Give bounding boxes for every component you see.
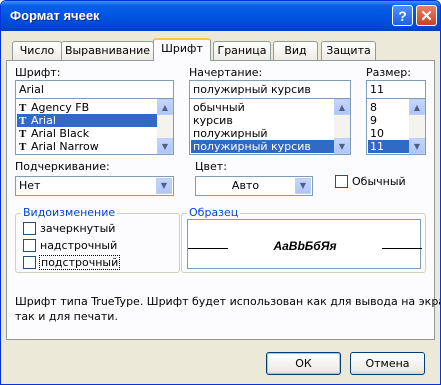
style-label: Начертание: (189, 66, 263, 79)
size-input[interactable]: 11 (366, 80, 426, 99)
close-icon: ✕ (420, 7, 433, 25)
underline-value: Нет (19, 179, 41, 192)
subscript-checkbox[interactable] (23, 256, 36, 269)
tab-label: Шрифт (161, 42, 203, 55)
tab-label: Выравнивание (64, 44, 151, 57)
list-item[interactable]: T Arial Narrow (17, 140, 157, 153)
strikethrough-label: зачеркнутый (40, 222, 116, 235)
help-icon: ? (398, 7, 407, 24)
title-bar: Формат ячеек ? ✕ (1, 1, 440, 31)
list-item[interactable]: 8 (368, 101, 409, 114)
tab-font[interactable]: Шрифт (153, 38, 211, 61)
tab-protection[interactable]: Защита (321, 41, 376, 60)
color-label: Цвет: (195, 160, 227, 173)
font-input[interactable]: Arial (15, 80, 174, 99)
tab-panel: Шрифт: Arial T Agency FB T Arial T Arial Bl… (6, 60, 440, 340)
style-list-scrollbar[interactable]: ▲ ▼ (334, 99, 350, 154)
scroll-down-icon[interactable]: ▼ (409, 138, 425, 154)
list-item-selected[interactable]: T Arial (17, 114, 157, 127)
preview-group-title: Образец (187, 206, 241, 219)
scroll-up-icon[interactable]: ▲ (334, 99, 350, 115)
preview-box: AaBbБбЯя (187, 219, 422, 269)
close-button[interactable]: ✕ (416, 5, 437, 26)
effects-group-title: Видоизменение (21, 206, 118, 219)
chevron-down-icon[interactable]: ▼ (295, 178, 311, 194)
tab-label: Вид (284, 44, 307, 57)
list-item-selected[interactable]: 11 (368, 140, 409, 153)
superscript-label: надстрочный (40, 239, 118, 252)
list-item[interactable]: полужирный (191, 127, 334, 140)
tab-label: Защита (326, 44, 371, 57)
list-item[interactable]: обычный (191, 101, 334, 114)
superscript-checkbox[interactable] (23, 239, 36, 252)
window-title: Формат ячеек (10, 8, 100, 23)
font-list[interactable]: T Agency FB T Arial T Arial Black T Arial Na… (15, 98, 174, 155)
tab-alignment[interactable]: Выравнивание (61, 41, 154, 60)
list-item[interactable]: T Agency FB (17, 101, 157, 114)
color-select[interactable]: Авто ▼ (195, 176, 313, 196)
cancel-button[interactable]: Отмена (350, 352, 425, 375)
size-list-scrollbar[interactable]: ▲ ▼ (409, 99, 425, 154)
font-name: Arial Narrow (31, 140, 99, 153)
list-item[interactable]: 9 (368, 114, 409, 127)
scroll-up-icon[interactable]: ▲ (409, 99, 425, 115)
style-list[interactable]: обычный курсив полужирный полужирный кур… (189, 98, 351, 155)
tab-label: Граница (217, 44, 267, 57)
underline-select[interactable]: Нет ▼ (15, 176, 174, 196)
truetype-icon: T (19, 141, 27, 153)
scroll-down-icon[interactable]: ▼ (157, 138, 173, 154)
size-list[interactable]: 8 9 10 11 ▲ ▼ (366, 98, 426, 155)
subscript-label: подстрочный (39, 255, 121, 270)
help-button[interactable]: ? (392, 5, 413, 26)
chevron-down-icon[interactable]: ▼ (156, 178, 172, 194)
ok-button[interactable]: ОК (266, 352, 341, 375)
info-text-line1: Шрифт типа TrueType. Шрифт будет использ… (15, 295, 441, 308)
preview-sample: AaBbБбЯя (273, 239, 337, 253)
font-name: Arial (31, 114, 56, 127)
info-text-line2: так и для печати. (15, 310, 118, 323)
size-label: Размер: (366, 66, 411, 79)
strikethrough-checkbox[interactable] (23, 222, 36, 235)
normal-font-checkbox[interactable] (335, 175, 348, 188)
list-item[interactable]: курсив (191, 114, 334, 127)
normal-font-label: Обычный (352, 175, 406, 188)
font-name: Arial Black (31, 127, 90, 140)
tab-number[interactable]: Число (12, 41, 62, 60)
color-value: Авто (231, 179, 260, 192)
format-cells-dialog: Формат ячеек ? ✕ Число Выравнивание Шриф… (0, 0, 441, 385)
scroll-up-icon[interactable]: ▲ (157, 99, 173, 115)
font-list-scrollbar[interactable]: ▲ ▼ (157, 99, 173, 154)
tab-border[interactable]: Граница (213, 41, 271, 60)
scroll-down-icon[interactable]: ▼ (334, 138, 350, 154)
style-input[interactable]: полужирный курсив (189, 80, 351, 99)
font-label: Шрифт: (15, 66, 61, 79)
list-item[interactable]: T Arial Black (17, 127, 157, 140)
size-label-text: Размер: (366, 66, 411, 79)
list-item[interactable]: 10 (368, 127, 409, 140)
font-name: Agency FB (31, 101, 90, 114)
list-item-selected[interactable]: полужирный курсив (191, 140, 334, 153)
underline-label: Подчеркивание: (15, 160, 110, 173)
tab-label: Число (19, 44, 55, 57)
tab-fill[interactable]: Вид (273, 41, 318, 60)
